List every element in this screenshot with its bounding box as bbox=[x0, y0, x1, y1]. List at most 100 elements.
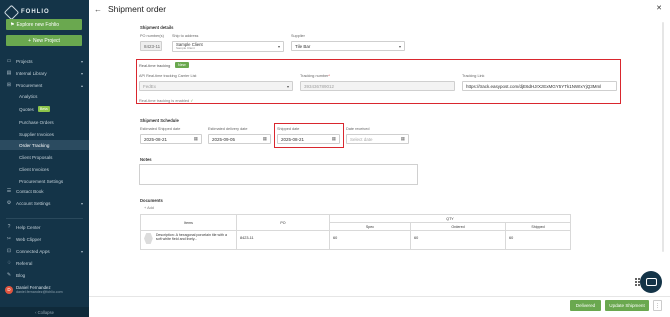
ship-to-select[interactable]: Sample Client Sample Client ▾ bbox=[172, 41, 284, 52]
caret-down-icon: ▾ bbox=[398, 43, 401, 49]
sidebar-item-analytics[interactable]: Analytics bbox=[0, 91, 89, 101]
more-options-button[interactable]: ⋮ bbox=[653, 300, 662, 311]
sidebar-label: Supplier Invoices bbox=[19, 131, 54, 137]
close-icon[interactable]: ✕ bbox=[656, 4, 662, 12]
supplier-value: Tile Bar bbox=[295, 43, 311, 49]
sidebar-label: Blog bbox=[16, 272, 26, 278]
sidebar-item-client-proposals[interactable]: Client Proposals bbox=[0, 152, 89, 162]
shipped-header: Shipped bbox=[505, 222, 571, 231]
sidebar-label: Web Clipper bbox=[16, 236, 42, 242]
sidebar-item-projects[interactable]: ▭ Projects ▾ bbox=[0, 56, 89, 66]
shipped-date-label: Shipped date bbox=[277, 127, 300, 131]
supplier-label: Supplier bbox=[291, 34, 305, 38]
collapse-sidebar-button[interactable]: ‹ Collapse bbox=[0, 307, 89, 317]
explore-label: Explore new Fohlio bbox=[16, 21, 60, 28]
item-description: Description: A hexagonal porcelain tile … bbox=[155, 233, 227, 242]
check-icon: ✓ bbox=[190, 98, 194, 103]
caret-down-icon: ▾ bbox=[277, 43, 280, 49]
new-project-button[interactable]: + New Project bbox=[6, 35, 82, 46]
required-marker: * bbox=[328, 74, 330, 78]
notes-textarea[interactable] bbox=[139, 164, 418, 185]
table-row[interactable]: Description: A hexagonal porcelain tile … bbox=[140, 230, 571, 250]
spec-header: Spec bbox=[329, 222, 411, 231]
sidebar-label: Internal Library bbox=[16, 70, 47, 76]
chat-button[interactable] bbox=[640, 271, 662, 293]
update-shipment-button[interactable]: Update Shipment bbox=[605, 300, 649, 311]
shipped-date-input[interactable]: 2025-08-21 ▦ bbox=[277, 134, 340, 144]
supplier-select[interactable]: Tile Bar ▾ bbox=[291, 41, 405, 51]
tracking-number-label: Tracking number* bbox=[300, 74, 330, 78]
date-received-input[interactable]: Select date ▦ bbox=[346, 134, 409, 144]
sidebar-item-account-settings[interactable]: ⚙ Account Settings ▾ bbox=[0, 198, 89, 208]
calendar-icon: ▦ bbox=[400, 136, 405, 141]
carrier-list-label: API Real-time tracking Carrier List bbox=[139, 74, 197, 78]
calendar-icon: ▦ bbox=[262, 136, 267, 141]
sidebar-item-procurement-settings[interactable]: Procurement Settings bbox=[0, 176, 89, 186]
form-scroll-area[interactable]: Shipment details PO number(s) 8423-11 Sh… bbox=[89, 18, 670, 296]
back-arrow-icon[interactable]: ← bbox=[94, 5, 102, 14]
add-document-link[interactable]: + Add bbox=[144, 206, 154, 210]
carrier-select[interactable]: FedEx ▾ bbox=[139, 81, 293, 91]
ship-to-label: Ship to address bbox=[172, 34, 199, 38]
sidebar-item-blog[interactable]: ✎ Blog bbox=[0, 270, 89, 280]
sidebar-item-client-invoices[interactable]: Client Invoices bbox=[0, 164, 89, 174]
date-received-placeholder: Select date bbox=[350, 136, 373, 142]
realtime-tracking-title: Real-time tracking bbox=[139, 63, 171, 68]
date-received-label: Date received bbox=[346, 127, 370, 131]
product-thumbnail bbox=[144, 233, 153, 244]
chat-icon bbox=[645, 278, 657, 286]
page-header: ← Shipment order ✕ bbox=[89, 0, 670, 18]
sidebar-label: Referral bbox=[16, 260, 33, 266]
page-title: Shipment order bbox=[108, 4, 167, 14]
sidebar-label: Contact Book bbox=[16, 188, 44, 194]
explore-new-fohlio-button[interactable]: ⚑ Explore new Fohlio bbox=[6, 19, 82, 30]
app-logo[interactable]: FOHLIO bbox=[3, 4, 50, 20]
sidebar-label: Connected Apps bbox=[16, 248, 50, 254]
tracking-number-label-text: Tracking number bbox=[300, 74, 329, 78]
sidebar-item-procurement[interactable]: ⊞ Procurement ▴ bbox=[0, 80, 89, 90]
sidebar-item-help-center[interactable]: ? Help Center bbox=[0, 222, 89, 232]
tracking-link-input[interactable]: https://track.easypost.com/djE6dHJrXzExM… bbox=[462, 81, 617, 91]
vertical-scrollbar[interactable] bbox=[662, 22, 664, 252]
sidebar-label: Client Proposals bbox=[19, 154, 53, 160]
shipped-cell: 60 bbox=[505, 230, 571, 250]
chevron-up-icon: ▴ bbox=[80, 82, 83, 88]
sidebar-label: Purchase Orders bbox=[19, 119, 54, 125]
sidebar-item-supplier-invoices[interactable]: Supplier Invoices bbox=[0, 129, 89, 139]
realtime-enabled-text: Real-time tracking is enabled bbox=[139, 98, 190, 103]
sidebar-item-contact-book[interactable]: ☰ Contact Book bbox=[0, 186, 89, 196]
action-bar: Delivered Update Shipment ⋮ bbox=[89, 296, 670, 317]
est-shipped-date-input[interactable]: 2025-08-21 ▦ bbox=[140, 134, 202, 144]
sidebar-item-internal-library[interactable]: ▤ Internal Library ▾ bbox=[0, 68, 89, 78]
folder-icon: ▭ bbox=[6, 58, 12, 64]
po-cell: 8423-11 bbox=[236, 230, 330, 250]
tracking-number-input[interactable]: 393436789012 bbox=[300, 81, 455, 91]
calendar-icon: ▦ bbox=[193, 136, 198, 141]
sidebar-item-connected-apps[interactable]: ⊡ Connected Apps ▾ bbox=[0, 246, 89, 256]
logo-icon bbox=[3, 4, 20, 20]
gear-icon: ⚙ bbox=[6, 200, 12, 206]
beta-badge: Beta bbox=[37, 106, 50, 112]
est-delivery-date-input[interactable]: 2025-09-05 ▦ bbox=[208, 134, 271, 144]
clipper-icon: ✂ bbox=[6, 236, 12, 242]
spec-cell: 60 bbox=[329, 230, 411, 250]
sidebar-item-web-clipper[interactable]: ✂ Web Clipper bbox=[0, 234, 89, 244]
sidebar-label: Procurement Settings bbox=[19, 178, 64, 184]
sidebar-item-referral[interactable]: ♢ Referral bbox=[0, 258, 89, 268]
carrier-value: FedEx bbox=[143, 83, 157, 89]
user-profile[interactable]: D Daniel Fernandez daniel.fernandez@fohl… bbox=[5, 285, 63, 294]
delivered-button[interactable]: Delivered bbox=[570, 300, 601, 311]
gift-icon: ♢ bbox=[6, 260, 12, 266]
contacts-icon: ☰ bbox=[6, 188, 12, 194]
sidebar-label: Quotes bbox=[19, 106, 34, 112]
sidebar-label: Order Tracking bbox=[19, 142, 50, 148]
sidebar-item-order-tracking[interactable]: Order Tracking bbox=[0, 140, 89, 150]
sidebar-item-quotes[interactable]: Quotes Beta bbox=[0, 104, 89, 114]
chevron-down-icon: ▾ bbox=[80, 248, 83, 254]
apps-icon: ⊡ bbox=[6, 248, 12, 254]
item-cell: Description: A hexagonal porcelain tile … bbox=[140, 230, 237, 250]
rocket-icon: ⚑ bbox=[10, 21, 15, 28]
caret-down-icon: ▾ bbox=[286, 83, 289, 89]
library-icon: ▤ bbox=[6, 70, 12, 76]
sidebar-item-purchase-orders[interactable]: Purchase Orders bbox=[0, 117, 89, 127]
